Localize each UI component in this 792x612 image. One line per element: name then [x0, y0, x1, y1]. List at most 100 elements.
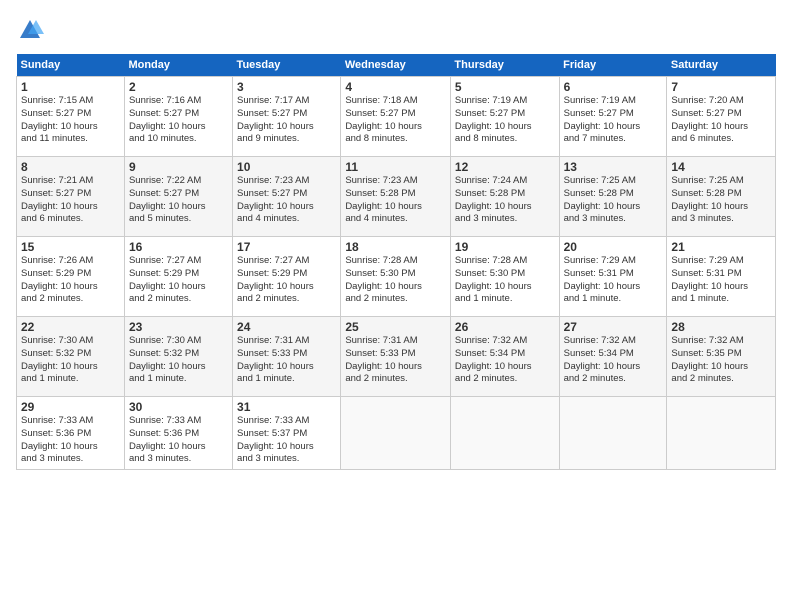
day-info: Sunrise: 7:28 AM Sunset: 5:30 PM Dayligh… — [345, 255, 446, 306]
day-info: Sunrise: 7:23 AM Sunset: 5:28 PM Dayligh… — [345, 175, 446, 226]
calendar-cell: 10 Sunrise: 7:23 AM Sunset: 5:27 PM Dayl… — [233, 157, 341, 237]
calendar-cell: 17 Sunrise: 7:27 AM Sunset: 5:29 PM Dayl… — [233, 237, 341, 317]
day-info: Sunrise: 7:25 AM Sunset: 5:28 PM Dayligh… — [564, 175, 663, 226]
day-info: Sunrise: 7:31 AM Sunset: 5:33 PM Dayligh… — [237, 335, 336, 386]
calendar-table: SundayMondayTuesdayWednesdayThursdayFrid… — [16, 54, 776, 470]
day-info: Sunrise: 7:27 AM Sunset: 5:29 PM Dayligh… — [129, 255, 228, 306]
day-info: Sunrise: 7:25 AM Sunset: 5:28 PM Dayligh… — [671, 175, 771, 226]
day-header-tuesday: Tuesday — [233, 54, 341, 77]
day-number: 28 — [671, 320, 771, 334]
calendar-cell: 14 Sunrise: 7:25 AM Sunset: 5:28 PM Dayl… — [667, 157, 776, 237]
day-number: 9 — [129, 160, 228, 174]
day-number: 16 — [129, 240, 228, 254]
calendar-cell: 3 Sunrise: 7:17 AM Sunset: 5:27 PM Dayli… — [233, 77, 341, 157]
day-info: Sunrise: 7:29 AM Sunset: 5:31 PM Dayligh… — [564, 255, 663, 306]
day-number: 30 — [129, 400, 228, 414]
day-info: Sunrise: 7:33 AM Sunset: 5:36 PM Dayligh… — [129, 415, 228, 466]
day-number: 13 — [564, 160, 663, 174]
day-header-thursday: Thursday — [450, 54, 559, 77]
day-number: 4 — [345, 80, 446, 94]
calendar-cell — [341, 397, 451, 470]
day-info: Sunrise: 7:19 AM Sunset: 5:27 PM Dayligh… — [455, 95, 555, 146]
day-info: Sunrise: 7:30 AM Sunset: 5:32 PM Dayligh… — [21, 335, 120, 386]
calendar-cell: 19 Sunrise: 7:28 AM Sunset: 5:30 PM Dayl… — [450, 237, 559, 317]
day-number: 21 — [671, 240, 771, 254]
day-info: Sunrise: 7:33 AM Sunset: 5:36 PM Dayligh… — [21, 415, 120, 466]
day-header-sunday: Sunday — [17, 54, 125, 77]
calendar-cell: 21 Sunrise: 7:29 AM Sunset: 5:31 PM Dayl… — [667, 237, 776, 317]
day-number: 29 — [21, 400, 120, 414]
day-number: 19 — [455, 240, 555, 254]
day-info: Sunrise: 7:32 AM Sunset: 5:34 PM Dayligh… — [564, 335, 663, 386]
day-number: 18 — [345, 240, 446, 254]
day-info: Sunrise: 7:15 AM Sunset: 5:27 PM Dayligh… — [21, 95, 120, 146]
calendar-cell: 13 Sunrise: 7:25 AM Sunset: 5:28 PM Dayl… — [559, 157, 667, 237]
day-header-friday: Friday — [559, 54, 667, 77]
day-number: 20 — [564, 240, 663, 254]
day-header-wednesday: Wednesday — [341, 54, 451, 77]
calendar-cell: 29 Sunrise: 7:33 AM Sunset: 5:36 PM Dayl… — [17, 397, 125, 470]
calendar-cell: 20 Sunrise: 7:29 AM Sunset: 5:31 PM Dayl… — [559, 237, 667, 317]
calendar-cell: 22 Sunrise: 7:30 AM Sunset: 5:32 PM Dayl… — [17, 317, 125, 397]
day-number: 22 — [21, 320, 120, 334]
day-info: Sunrise: 7:28 AM Sunset: 5:30 PM Dayligh… — [455, 255, 555, 306]
calendar-cell: 28 Sunrise: 7:32 AM Sunset: 5:35 PM Dayl… — [667, 317, 776, 397]
logo-icon — [16, 16, 44, 44]
day-number: 27 — [564, 320, 663, 334]
calendar-cell: 4 Sunrise: 7:18 AM Sunset: 5:27 PM Dayli… — [341, 77, 451, 157]
calendar-cell: 1 Sunrise: 7:15 AM Sunset: 5:27 PM Dayli… — [17, 77, 125, 157]
day-number: 10 — [237, 160, 336, 174]
calendar-cell: 15 Sunrise: 7:26 AM Sunset: 5:29 PM Dayl… — [17, 237, 125, 317]
day-info: Sunrise: 7:26 AM Sunset: 5:29 PM Dayligh… — [21, 255, 120, 306]
calendar-cell: 23 Sunrise: 7:30 AM Sunset: 5:32 PM Dayl… — [124, 317, 232, 397]
day-info: Sunrise: 7:33 AM Sunset: 5:37 PM Dayligh… — [237, 415, 336, 466]
day-header-monday: Monday — [124, 54, 232, 77]
day-number: 8 — [21, 160, 120, 174]
day-number: 7 — [671, 80, 771, 94]
calendar-cell: 31 Sunrise: 7:33 AM Sunset: 5:37 PM Dayl… — [233, 397, 341, 470]
day-info: Sunrise: 7:32 AM Sunset: 5:34 PM Dayligh… — [455, 335, 555, 386]
day-info: Sunrise: 7:27 AM Sunset: 5:29 PM Dayligh… — [237, 255, 336, 306]
day-number: 12 — [455, 160, 555, 174]
calendar-cell: 5 Sunrise: 7:19 AM Sunset: 5:27 PM Dayli… — [450, 77, 559, 157]
page-header — [16, 16, 776, 44]
day-number: 3 — [237, 80, 336, 94]
day-info: Sunrise: 7:19 AM Sunset: 5:27 PM Dayligh… — [564, 95, 663, 146]
day-number: 5 — [455, 80, 555, 94]
day-info: Sunrise: 7:21 AM Sunset: 5:27 PM Dayligh… — [21, 175, 120, 226]
logo — [16, 16, 48, 44]
calendar-cell: 7 Sunrise: 7:20 AM Sunset: 5:27 PM Dayli… — [667, 77, 776, 157]
calendar-cell: 25 Sunrise: 7:31 AM Sunset: 5:33 PM Dayl… — [341, 317, 451, 397]
calendar-cell: 27 Sunrise: 7:32 AM Sunset: 5:34 PM Dayl… — [559, 317, 667, 397]
calendar-cell: 12 Sunrise: 7:24 AM Sunset: 5:28 PM Dayl… — [450, 157, 559, 237]
calendar-cell: 18 Sunrise: 7:28 AM Sunset: 5:30 PM Dayl… — [341, 237, 451, 317]
day-info: Sunrise: 7:22 AM Sunset: 5:27 PM Dayligh… — [129, 175, 228, 226]
day-info: Sunrise: 7:16 AM Sunset: 5:27 PM Dayligh… — [129, 95, 228, 146]
day-header-saturday: Saturday — [667, 54, 776, 77]
day-info: Sunrise: 7:17 AM Sunset: 5:27 PM Dayligh… — [237, 95, 336, 146]
day-number: 15 — [21, 240, 120, 254]
calendar-cell: 9 Sunrise: 7:22 AM Sunset: 5:27 PM Dayli… — [124, 157, 232, 237]
day-info: Sunrise: 7:30 AM Sunset: 5:32 PM Dayligh… — [129, 335, 228, 386]
day-number: 31 — [237, 400, 336, 414]
day-number: 17 — [237, 240, 336, 254]
day-number: 25 — [345, 320, 446, 334]
day-number: 2 — [129, 80, 228, 94]
day-info: Sunrise: 7:32 AM Sunset: 5:35 PM Dayligh… — [671, 335, 771, 386]
calendar-cell: 6 Sunrise: 7:19 AM Sunset: 5:27 PM Dayli… — [559, 77, 667, 157]
day-number: 23 — [129, 320, 228, 334]
day-number: 14 — [671, 160, 771, 174]
day-number: 24 — [237, 320, 336, 334]
calendar-cell — [450, 397, 559, 470]
day-info: Sunrise: 7:23 AM Sunset: 5:27 PM Dayligh… — [237, 175, 336, 226]
day-number: 1 — [21, 80, 120, 94]
calendar-cell — [667, 397, 776, 470]
calendar-cell: 16 Sunrise: 7:27 AM Sunset: 5:29 PM Dayl… — [124, 237, 232, 317]
calendar-cell — [559, 397, 667, 470]
calendar-cell: 30 Sunrise: 7:33 AM Sunset: 5:36 PM Dayl… — [124, 397, 232, 470]
day-info: Sunrise: 7:31 AM Sunset: 5:33 PM Dayligh… — [345, 335, 446, 386]
day-info: Sunrise: 7:18 AM Sunset: 5:27 PM Dayligh… — [345, 95, 446, 146]
calendar-cell: 11 Sunrise: 7:23 AM Sunset: 5:28 PM Dayl… — [341, 157, 451, 237]
day-info: Sunrise: 7:24 AM Sunset: 5:28 PM Dayligh… — [455, 175, 555, 226]
day-info: Sunrise: 7:20 AM Sunset: 5:27 PM Dayligh… — [671, 95, 771, 146]
